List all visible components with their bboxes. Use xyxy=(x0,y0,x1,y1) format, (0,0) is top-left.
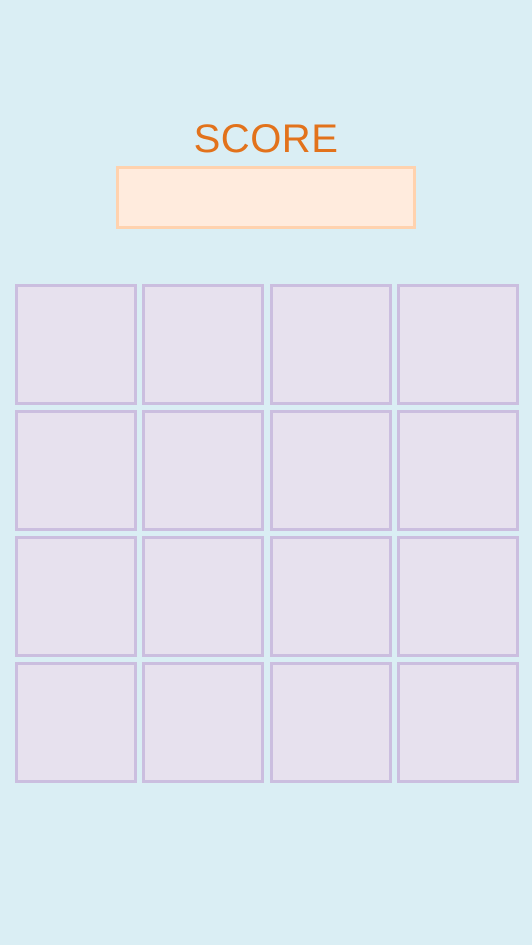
board-cell-r4-c2 xyxy=(142,662,264,783)
board-cell-r3-c4 xyxy=(397,536,519,657)
board-cell-r2-c4 xyxy=(397,410,519,531)
board-cell-r3-c2 xyxy=(142,536,264,657)
board-cell-r1-c3 xyxy=(270,284,392,405)
board-cell-r2-c3 xyxy=(270,410,392,531)
score-label: SCORE xyxy=(193,117,339,161)
board-cell-r2-c1 xyxy=(15,410,137,531)
board-cell-r1-c4 xyxy=(397,284,519,405)
board-cell-r1-c2 xyxy=(142,284,264,405)
board-cell-r3-c3 xyxy=(270,536,392,657)
board-cell-r2-c2 xyxy=(142,410,264,531)
score-display xyxy=(116,166,416,229)
board-cell-r4-c1 xyxy=(15,662,137,783)
board-cell-r4-c4 xyxy=(397,662,519,783)
board-cell-r4-c3 xyxy=(270,662,392,783)
board-cell-r3-c1 xyxy=(15,536,137,657)
game-board[interactable] xyxy=(15,284,519,784)
board-cell-r1-c1 xyxy=(15,284,137,405)
